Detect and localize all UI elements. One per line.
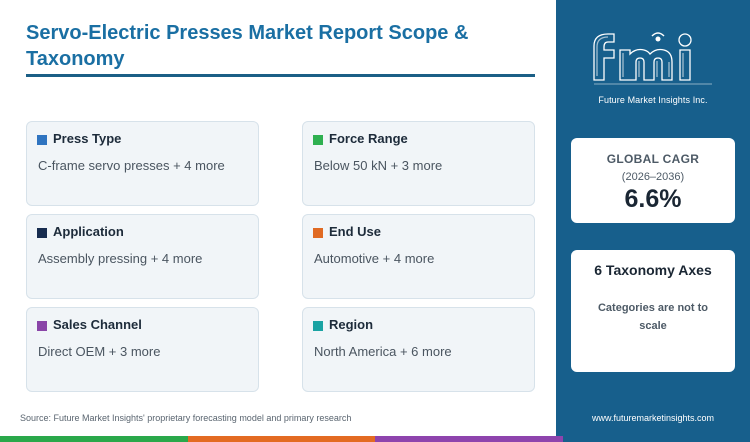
taxonomy-card-press-type: Press Type C-frame servo presses + 4 mor… [26, 121, 259, 206]
taxonomy-card-force-range: Force Range Below 50 kN + 3 more [302, 121, 535, 206]
taxonomy-card-end-use: End Use Automotive + 4 more [302, 214, 535, 299]
taxonomy-card-region: Region North America + 6 more [302, 307, 535, 392]
card-label: Sales Channel [53, 317, 142, 332]
color-marker [313, 135, 323, 145]
bottom-color-bar [0, 436, 750, 442]
card-value: Below 50 kN + 3 more [314, 158, 443, 173]
color-marker [313, 321, 323, 331]
cagr-label: GLOBAL CAGR [606, 152, 700, 166]
taxonomy-axes-panel: 6 Taxonomy Axes Categories are not to sc… [571, 250, 735, 372]
color-marker [37, 321, 47, 331]
taxonomy-card-application: Application Assembly pressing + 4 more [26, 214, 259, 299]
sidebar: Future Market Insights Inc. GLOBAL CAGR … [556, 0, 750, 436]
bar-segment [375, 436, 563, 442]
card-value: C-frame servo presses + 4 more [38, 158, 225, 173]
color-marker [313, 228, 323, 238]
source-note: Source: Future Market Insights' propriet… [20, 413, 352, 423]
page-title: Servo-Electric Presses Market Report Sco… [26, 22, 469, 70]
color-marker [37, 135, 47, 145]
card-label: Region [329, 317, 374, 332]
cagr-value: 6.6% [624, 185, 682, 213]
bar-segment [562, 436, 750, 442]
fmi-logo-mark [593, 32, 712, 85]
main-panel: Servo-Electric Presses Market Report Sco… [0, 0, 556, 442]
card-value: North America + 6 more [314, 344, 452, 359]
card-label: Application [53, 224, 124, 239]
taxonomy-card-sales-channel: Sales Channel Direct OEM + 3 more [26, 307, 259, 392]
logo-tagline: Future Market Insights Inc. [598, 95, 708, 105]
color-marker [37, 228, 47, 238]
axes-title: 6 Taxonomy Axes [594, 262, 712, 278]
title-divider [26, 74, 535, 77]
card-label: Force Range [329, 131, 408, 146]
cagr-panel: GLOBAL CAGR (2026–2036) 6.6% [571, 138, 735, 223]
cagr-period: (2026–2036) [621, 171, 685, 183]
card-label: Press Type [53, 131, 122, 146]
card-value: Automotive + 4 more [314, 251, 435, 266]
card-value: Assembly pressing + 4 more [38, 251, 203, 266]
bar-segment [187, 436, 375, 442]
card-value: Direct OEM + 3 more [38, 344, 161, 359]
axes-note: Categories are not to scale [597, 302, 709, 332]
website-link[interactable]: www.futuremarketinsights.com [556, 413, 750, 423]
card-label: End Use [329, 224, 382, 239]
fmi-logo: Future Market Insights Inc. [556, 14, 750, 105]
bar-segment [0, 436, 188, 442]
